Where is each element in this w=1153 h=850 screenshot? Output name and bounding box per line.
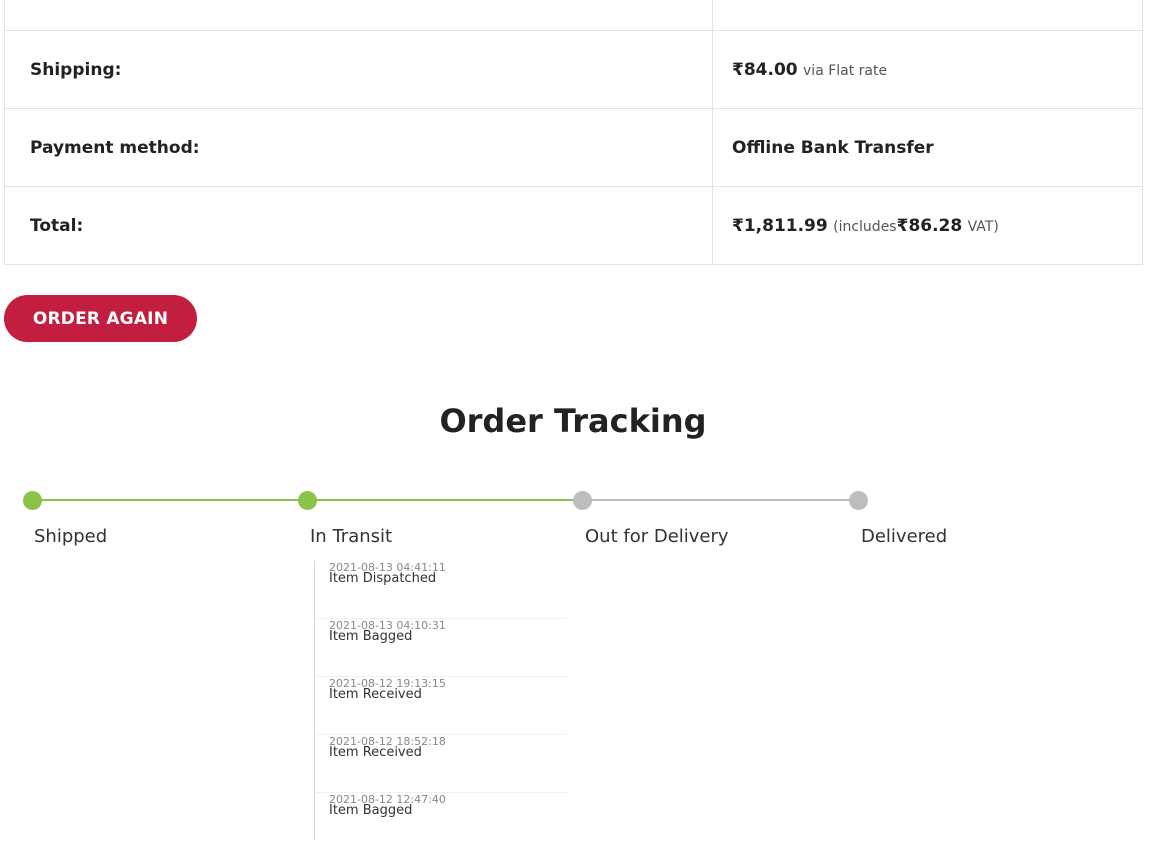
total-label: Total:	[4, 186, 713, 265]
vat-amount: ₹86.28	[896, 215, 963, 236]
shipping-value: ₹84.00 via Flat rate	[712, 30, 1143, 109]
list-item: 2021-08-12 12:47:40 Item Bagged	[315, 793, 567, 840]
step-out-for-delivery-dot	[573, 491, 592, 510]
step-in-transit-dot	[298, 491, 317, 510]
event-message: Item Received	[329, 745, 422, 760]
payment-method-value: Offline Bank Transfer	[712, 108, 1143, 187]
event-message: Item Bagged	[329, 803, 413, 818]
list-item: 2021-08-13 04:41:11 Item Dispatched	[315, 561, 567, 619]
progress-line-shipped-to-transit	[33, 499, 308, 501]
tax-note-open: (includes	[833, 218, 897, 235]
order-again-button[interactable]: ORDER AGAIN	[4, 295, 197, 342]
event-message: Item Bagged	[329, 629, 413, 644]
tracking-events-list[interactable]: 2021-08-13 04:41:11 Item Dispatched 2021…	[314, 561, 567, 840]
list-item: 2021-08-13 04:10:31 Item Bagged	[315, 619, 567, 677]
event-message: Item Received	[329, 687, 422, 702]
event-message: Item Dispatched	[329, 571, 437, 586]
list-item: 2021-08-12 18:52:18 Item Received	[315, 735, 567, 793]
payment-method-row: Payment method: Offline Bank Transfer	[4, 108, 1143, 187]
order-details-page: Shipping: ₹84.00 via Flat rate Payment m…	[0, 0, 1153, 850]
table-cell	[712, 0, 1143, 31]
progress-line-transit-to-delivery	[308, 499, 583, 501]
step-delivered-label: Delivered	[861, 526, 948, 547]
order-tracking-title: Order Tracking	[439, 402, 707, 440]
table-row	[4, 0, 1143, 31]
table-cell	[4, 0, 713, 31]
step-shipped-dot	[23, 491, 42, 510]
total-value: ₹1,811.99 (includes₹86.28 VAT)	[712, 186, 1143, 265]
step-out-for-delivery-label: Out for Delivery	[585, 526, 729, 547]
order-totals-table: Shipping: ₹84.00 via Flat rate Payment m…	[4, 0, 1143, 265]
shipping-method-note: via Flat rate	[803, 62, 888, 79]
step-in-transit-label: In Transit	[310, 526, 393, 547]
step-shipped-label: Shipped	[34, 526, 108, 547]
shipping-row: Shipping: ₹84.00 via Flat rate	[4, 30, 1143, 109]
total-amount: ₹1,811.99	[732, 215, 828, 236]
shipping-amount: ₹84.00	[732, 59, 798, 80]
total-row: Total: ₹1,811.99 (includes₹86.28 VAT)	[4, 186, 1143, 265]
tax-note-close: VAT)	[967, 218, 999, 235]
step-delivered-dot	[849, 491, 868, 510]
payment-method-label: Payment method:	[4, 108, 713, 187]
progress-line-delivery-to-delivered	[583, 499, 858, 501]
list-item: 2021-08-12 19:13:15 Item Received	[315, 677, 567, 735]
shipping-label: Shipping:	[4, 30, 713, 109]
